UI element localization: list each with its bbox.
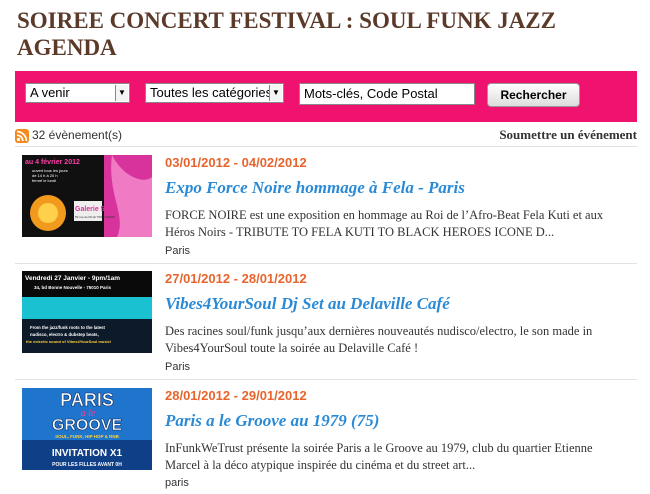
thumbnail-text: SOUL, FUNK, HIP HOP & RNB — [55, 434, 120, 439]
chevron-down-icon: ▼ — [269, 85, 282, 101]
search-bar: A venir ▼ Toutes les catégories ▼ Mots-c… — [15, 71, 637, 122]
event-count: 32 évènement(s) — [32, 128, 123, 142]
chevron-down-icon: ▼ — [115, 85, 128, 101]
thumbnail-text: POUR LES FILLES AVANT 0H — [52, 462, 122, 468]
category-select[interactable]: Toutes les catégories ▼ — [145, 83, 284, 103]
event-description: InFunkWeTrust présente la soirée Paris a… — [165, 441, 593, 472]
search-button[interactable]: Rechercher — [487, 83, 580, 107]
thumbnail-text: Galerie 59 — [75, 206, 109, 213]
keyword-input-placeholder: Mots-clés, Code Postal — [304, 86, 438, 101]
thumbnail-text: PARIS — [60, 390, 114, 410]
thumbnail-text: INVITATION X1 — [52, 448, 123, 459]
event-thumbnail[interactable]: Vendredi 27 Janvier - 9pm/1am 34, bd Bon… — [22, 271, 152, 353]
keyword-input[interactable]: Mots-clés, Code Postal — [299, 83, 475, 105]
thumbnail-text: From the jazz/funk roots to the latest — [30, 325, 106, 330]
divider — [15, 263, 637, 264]
event-description: Des racines soul/funk jusqu’aux dernière… — [165, 324, 593, 355]
thumbnail-text: Vendredi 27 Janvier - 9pm/1am — [25, 275, 120, 282]
event-city: Paris — [165, 361, 191, 373]
divider — [15, 146, 637, 147]
event-thumbnail[interactable]: PARIS a le GROOVE SOUL, FUNK, HIP HOP & … — [22, 388, 152, 470]
event-dates: 03/01/2012 - 04/02/2012 — [165, 155, 307, 170]
event-title-link[interactable]: Paris a le Groove au 1979 (75) — [165, 410, 379, 431]
event-city: Paris — [165, 245, 191, 257]
thumbnail-text: nudisco, electro & dubstep beats, — [30, 332, 99, 337]
event-title-link[interactable]: Vibes4YourSoul Dj Set au Delaville Café — [165, 293, 450, 314]
thumbnail-text: GROOVE — [52, 417, 123, 434]
event-thumbnail[interactable]: au 4 février 2012 ouvert tous les jours … — [22, 155, 152, 237]
divider — [15, 379, 637, 380]
thumbnail-text: au 4 février 2012 — [25, 159, 80, 166]
thumbnail-text: 59 rue de Rivoli 75001 PARIS — [75, 215, 115, 219]
period-select[interactable]: A venir ▼ — [25, 83, 130, 103]
thumbnail-text: the eclectic sound of Vibes4YourSoul mus… — [26, 339, 111, 344]
rss-icon[interactable] — [15, 129, 29, 143]
thumbnail-text: fermé le lundi — [32, 178, 56, 183]
event-dates: 27/01/2012 - 28/01/2012 — [165, 271, 307, 286]
event-title-link[interactable]: Expo Force Noire hommage à Fela - Paris — [165, 177, 465, 198]
category-select-value: Toutes les catégories — [150, 85, 273, 100]
event-dates: 28/01/2012 - 29/01/2012 — [165, 388, 307, 403]
event-description: FORCE NOIRE est une exposition en hommag… — [165, 208, 604, 239]
page-title: SOIREE CONCERT FESTIVAL : SOUL FUNK JAZZ… — [17, 8, 556, 60]
submit-event-link[interactable]: Soumettre un événement — [499, 126, 637, 143]
event-city: paris — [165, 477, 189, 489]
period-select-value: A venir — [30, 85, 70, 100]
thumbnail-text: 34, bd Bonne Nouvelle - 75010 Paris — [34, 285, 112, 290]
